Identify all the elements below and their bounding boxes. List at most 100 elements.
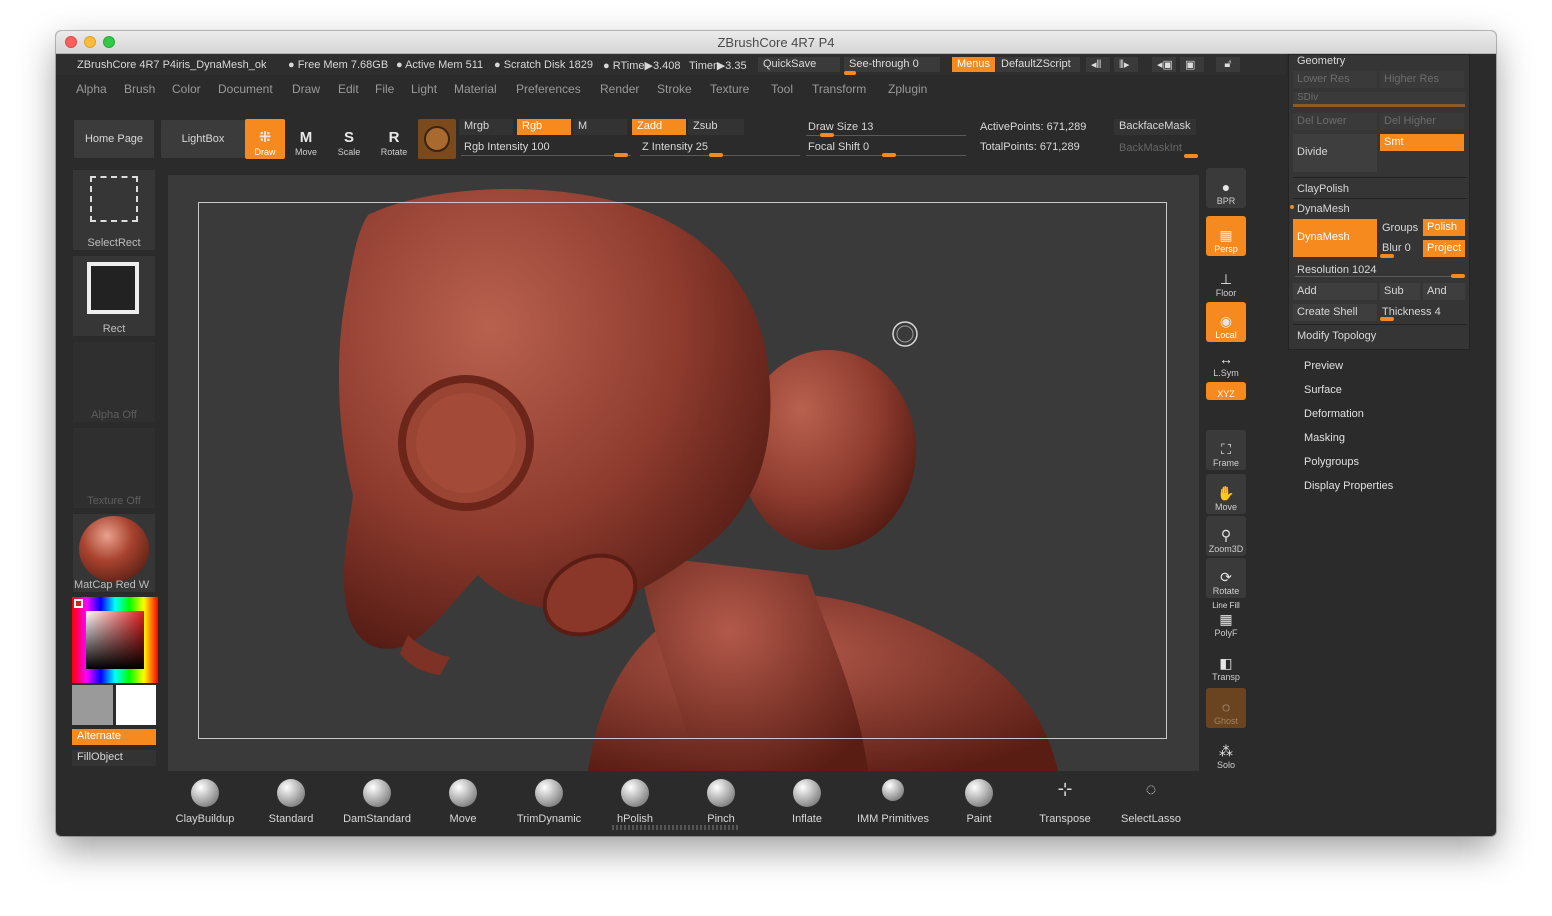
rect-stroke-tile[interactable]: Rect [72,255,156,337]
project-button[interactable]: Project [1423,240,1465,257]
blur-knob[interactable] [1380,254,1394,258]
brush-claybuildup[interactable]: ClayBuildup [162,779,248,825]
persp-button[interactable]: ▦ Persp [1206,216,1246,256]
menu-alpha[interactable]: Alpha [76,82,107,96]
color-saturation-square[interactable] [86,611,144,669]
brush-selectlasso[interactable]: ◌ SelectLasso [1108,779,1194,825]
menu-document[interactable]: Document [218,82,273,96]
thickness-knob[interactable] [1380,317,1394,321]
resolution-knob[interactable] [1451,274,1465,278]
preview-section[interactable]: Preview [1304,360,1343,372]
mrgb-button[interactable]: Mrgb [459,119,513,135]
modify-topology-header[interactable]: Modify Topology [1297,330,1376,342]
zoom3d-button[interactable]: ⚲ Zoom3D [1206,516,1246,556]
menu-render[interactable]: Render [600,82,639,96]
home-page-button[interactable]: Home Page [73,119,155,159]
blur-label[interactable]: Blur 0 [1382,242,1411,254]
add-button[interactable]: Add [1293,283,1377,300]
menu-transform[interactable]: Transform [812,82,866,96]
see-through-knob[interactable] [844,71,856,75]
frame-button[interactable]: ⛶ Frame [1206,430,1246,470]
rgb-intensity-track[interactable] [461,155,631,156]
main-color-swatch[interactable] [116,685,156,725]
edit-sphere-button[interactable] [418,119,456,159]
brush-paint[interactable]: Paint [936,779,1022,825]
menu-texture[interactable]: Texture [710,82,749,96]
menu-brush[interactable]: Brush [124,82,155,96]
secondary-color-swatch[interactable] [72,685,113,725]
quicksave-button[interactable]: QuickSave [758,57,840,72]
higher-res-button[interactable]: Higher Res [1380,71,1464,88]
create-shell-button[interactable]: Create Shell [1293,304,1377,321]
solo-button[interactable]: ⁂ Solo [1206,732,1246,772]
see-through-slider[interactable]: See-through 0 [844,57,940,72]
menu-material[interactable]: Material [454,82,497,96]
backmask-int-knob[interactable] [1184,154,1198,158]
surface-section[interactable]: Surface [1304,384,1342,396]
rgb-intensity-knob[interactable] [614,153,628,157]
transp-button[interactable]: ◧ Transp [1206,644,1246,684]
brush-imm-primitives[interactable]: IMM Primitives [850,779,936,825]
sub-button[interactable]: Sub [1380,283,1420,300]
menu-zplugin[interactable]: Zplugin [888,82,927,96]
divide-button[interactable]: Divide [1293,134,1377,172]
del-lower-button[interactable]: Del Lower [1293,113,1377,130]
menu-color[interactable]: Color [172,82,201,96]
floor-button[interactable]: ⊥ Floor [1206,260,1246,300]
canvas-viewport[interactable] [168,175,1199,771]
alternate-button[interactable]: Alternate [72,729,156,745]
menu-stroke[interactable]: Stroke [657,82,692,96]
move-view-button[interactable]: ✋ Move [1206,474,1246,514]
polygroups-section[interactable]: Polygroups [1304,456,1359,468]
maximize-window-button[interactable] [103,36,115,48]
lightbox-button[interactable]: LightBox [160,119,246,159]
layout-icon[interactable]: ◂▣ [1152,57,1176,72]
fill-object-button[interactable]: FillObject [72,750,156,766]
brush-pinch[interactable]: Pinch [678,779,764,825]
local-button[interactable]: ◉ Local [1206,302,1246,342]
rotate-view-button[interactable]: ⟳ Rotate [1206,558,1246,598]
menu-file[interactable]: File [375,82,394,96]
material-tile[interactable]: MatCap Red W [72,513,156,593]
bpr-button[interactable]: ● BPR [1206,168,1246,208]
zsub-button[interactable]: Zsub [688,119,744,135]
color-picker[interactable] [72,597,158,683]
minimize-window-button[interactable] [84,36,96,48]
close-window-button[interactable] [65,36,77,48]
texture-tile[interactable]: Texture Off [72,427,156,509]
menu-tool[interactable]: Tool [771,82,793,96]
scale-mode-button[interactable]: S Scale [329,119,369,159]
ghost-button[interactable]: ◌ Ghost [1206,688,1246,728]
deformation-section[interactable]: Deformation [1304,408,1364,420]
menu-edit[interactable]: Edit [338,82,359,96]
focal-shift-knob[interactable] [882,153,896,157]
brush-bar-resize-handle[interactable] [612,825,740,830]
brush-damstandard[interactable]: DamStandard [334,779,420,825]
lower-res-button[interactable]: Lower Res [1293,71,1377,88]
select-rect-tile[interactable]: SelectRect [72,169,156,251]
brush-inflate[interactable]: Inflate [764,779,850,825]
polish-button[interactable]: Polish [1423,219,1465,236]
rgb-button[interactable]: Rgb [517,119,571,135]
dynamesh-header[interactable]: DynaMesh [1297,203,1350,215]
resolution-track[interactable] [1295,276,1463,277]
layout-alt-icon[interactable]: ▣ [1180,57,1204,72]
del-higher-button[interactable]: Del Higher [1380,113,1464,130]
claypolish-header[interactable]: ClayPolish [1297,183,1349,195]
zadd-button[interactable]: Zadd [632,119,686,135]
brush-hpolish[interactable]: hPolish [592,779,678,825]
menu-light[interactable]: Light [411,82,437,96]
sdiv-knob[interactable] [1293,104,1465,107]
menu-draw[interactable]: Draw [292,82,320,96]
polyf-button[interactable]: Line Fill ▦ PolyF [1206,600,1246,640]
smt-toggle[interactable]: Smt [1380,134,1464,151]
brush-trimdynamic[interactable]: TrimDynamic [506,779,592,825]
draw-size-knob[interactable] [820,133,834,137]
lsym-button[interactable]: ↔ L.Sym [1206,346,1246,380]
default-zscript-button[interactable]: DefaultZScript [996,57,1080,72]
masking-section[interactable]: Masking [1304,432,1345,444]
brush-transpose[interactable]: ⊹ Transpose [1022,779,1108,825]
xyz-button[interactable]: XYZ [1206,382,1246,400]
geometry-header[interactable]: Geometry [1297,55,1345,67]
draw-mode-button[interactable]: ⁜ Draw [245,119,285,159]
